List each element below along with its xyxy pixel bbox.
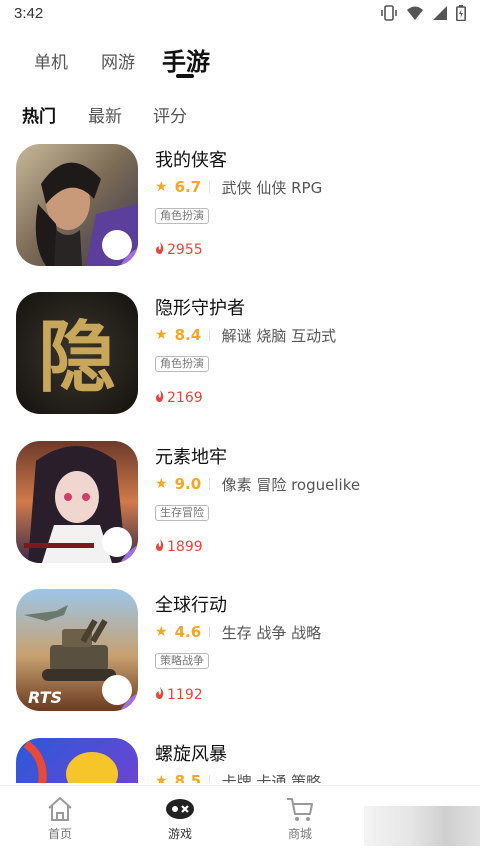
tab-hot[interactable]: 热门 <box>22 102 56 127</box>
heat-row: 2955 <box>155 242 203 258</box>
flame-icon <box>155 242 165 258</box>
flame-icon <box>155 390 165 406</box>
tab-rating[interactable]: 评分 <box>153 102 187 127</box>
game-list-item[interactable]: 隐 隐形守护者 ★ 8.4 解谜 烧脑 互动式 角色扮演 2169 <box>0 288 480 418</box>
nav-home[interactable]: 首页 <box>30 796 90 842</box>
rating-row: ★ 8.4 解谜 烧脑 互动式 <box>155 324 336 346</box>
rating-row: ★ 6.7 武侠 仙侠 RPG <box>155 176 322 198</box>
game-genres: 像素 冒险 roguelike <box>221 475 361 494</box>
loading-ring-icon <box>102 675 138 711</box>
nav-store[interactable]: 商城 <box>270 796 330 842</box>
cartoon-card-icon <box>16 738 138 783</box>
home-icon <box>48 797 72 821</box>
game-genres: 解谜 烧脑 互动式 <box>221 326 337 345</box>
game-title: 全球行动 <box>155 595 227 616</box>
status-icons <box>380 5 466 21</box>
loading-ring-icon <box>102 527 138 563</box>
game-list-item[interactable]: 元素地牢 ★ 9.0 像素 冒险 roguelike 生存冒险 1899 <box>0 437 480 567</box>
flame-icon <box>155 539 165 555</box>
nav-games-label: 游戏 <box>167 827 192 841</box>
game-list: 我的侠客 ★ 6.7 武侠 仙侠 RPG 角色扮演 2955 隐 隐形守护者 ★… <box>0 140 480 783</box>
main-tabs: 单机 网游 手游 <box>0 38 480 88</box>
heat-row: 1192 <box>155 687 203 703</box>
heat-count: 2169 <box>167 390 203 406</box>
tab-online-games[interactable]: 网游 <box>101 48 135 73</box>
heat-row: 1899 <box>155 539 203 555</box>
obscured-nav-area <box>364 806 480 846</box>
star-icon: ★ <box>155 327 168 343</box>
anime-girl-icon <box>16 441 138 563</box>
star-icon: ★ <box>155 476 168 492</box>
heat-row: 2169 <box>155 390 203 406</box>
nav-home-label: 首页 <box>47 827 72 841</box>
rating-score: 8.4 <box>174 326 202 344</box>
flame-icon <box>155 687 165 703</box>
tab-mobile-games[interactable]: 手游 <box>162 42 210 77</box>
active-tab-indicator <box>176 74 194 78</box>
star-icon: ★ <box>155 773 168 783</box>
nav-games[interactable]: 游戏 <box>150 796 210 842</box>
calligraphy-yin-icon: 隐 <box>16 292 138 414</box>
divider <box>208 626 210 638</box>
game-title: 隐形守护者 <box>155 298 245 319</box>
star-icon: ★ <box>155 179 168 195</box>
divider <box>208 329 210 341</box>
game-title: 我的侠客 <box>155 150 227 171</box>
calligraphy-text: 隐 <box>38 312 116 403</box>
cart-icon <box>287 798 313 821</box>
game-list-item[interactable]: 螺旋风暴 ★ 8.5 卡牌 卡通 策略 <box>0 734 480 783</box>
tab-newest[interactable]: 最新 <box>88 102 122 127</box>
nav-store-label: 商城 <box>287 827 312 841</box>
genre-badge: 角色扮演 <box>155 356 209 372</box>
loading-ring-icon <box>102 230 138 266</box>
rating-score: 4.6 <box>174 623 202 641</box>
game-genres: 卡牌 卡通 策略 <box>221 772 322 784</box>
genre-badge: 生存冒险 <box>155 505 209 521</box>
wifi-icon <box>407 6 423 20</box>
rts-tank-icon: RTS <box>16 589 138 711</box>
game-genres: 生存 战争 战略 <box>221 623 322 642</box>
vibrate-icon <box>381 5 397 21</box>
rating-score: 6.7 <box>174 178 202 196</box>
tab-standalone[interactable]: 单机 <box>34 48 68 73</box>
gamepad-icon <box>166 799 194 819</box>
sort-tabs: 热门 最新 评分 <box>0 98 480 128</box>
rating-row: ★ 4.6 生存 战争 战略 <box>155 621 321 643</box>
status-time: 3:42 <box>14 5 44 22</box>
heat-count: 1192 <box>167 687 203 703</box>
rating-score: 9.0 <box>174 475 202 493</box>
rating-row: ★ 8.5 卡牌 卡通 策略 <box>155 770 321 783</box>
game-list-item[interactable]: RTS 全球行动 ★ 4.6 生存 战争 战略 策略战争 1192 <box>0 585 480 715</box>
wuxia-hero-icon <box>16 144 138 266</box>
divider <box>208 181 210 193</box>
genre-badge: 角色扮演 <box>155 208 209 224</box>
heat-count: 1899 <box>167 539 203 555</box>
rating-score: 8.5 <box>174 772 202 783</box>
game-title: 元素地牢 <box>155 447 227 468</box>
signal-icon <box>433 6 447 20</box>
heat-count: 2955 <box>167 242 203 258</box>
star-icon: ★ <box>155 624 168 640</box>
game-genres: 武侠 仙侠 RPG <box>221 178 323 197</box>
genre-badge: 策略战争 <box>155 653 209 669</box>
rating-row: ★ 9.0 像素 冒险 roguelike <box>155 473 360 495</box>
status-bar: 3:42 <box>0 0 480 28</box>
divider <box>208 775 210 783</box>
battery-icon <box>456 5 466 21</box>
rts-label: RTS <box>28 688 62 707</box>
game-title: 螺旋风暴 <box>155 744 227 765</box>
divider <box>208 478 210 490</box>
game-list-item[interactable]: 我的侠客 ★ 6.7 武侠 仙侠 RPG 角色扮演 2955 <box>0 140 480 270</box>
